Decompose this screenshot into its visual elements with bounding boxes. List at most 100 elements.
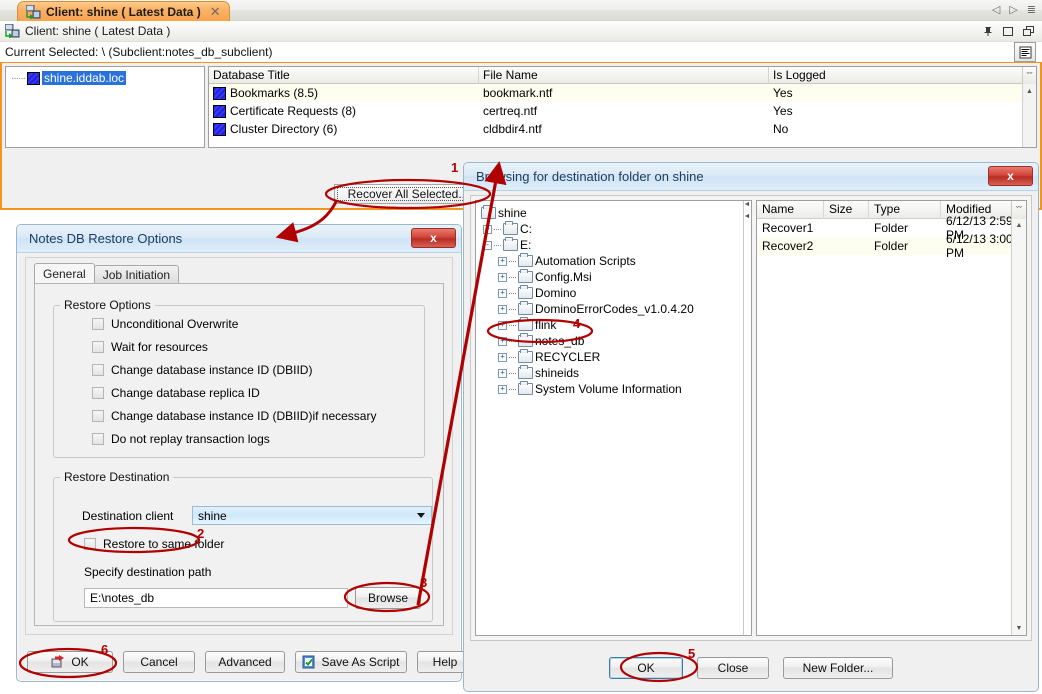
tree-node-domino-error-codes[interactable]: + DominoErrorCodes_v1.0.4.20 — [476, 301, 751, 317]
grid-cell-title: Cluster Directory (6) — [209, 120, 479, 138]
checkbox-change-replica-id[interactable]: Change database replica ID — [54, 381, 424, 404]
restore-cancel-label: Cancel — [140, 655, 177, 669]
tree-node-automation-scripts[interactable]: + Automation Scripts — [476, 253, 751, 269]
checkbox-label: Change database instance ID (DBIID) — [111, 363, 312, 377]
scroll-up-arrow[interactable]: ▲ — [1023, 85, 1036, 98]
restore-window-icon[interactable] — [1023, 26, 1035, 37]
tab-client-shine[interactable]: Client: shine ( Latest Data ) ✕ — [17, 1, 230, 21]
table-row[interactable]: Bookmarks (8.5) bookmark.ntf Yes — [209, 84, 1036, 102]
expand-plus-icon[interactable]: + — [498, 385, 507, 394]
nav-list-icon[interactable]: ≣ — [1027, 3, 1036, 16]
browse-ok-button[interactable]: OK — [609, 657, 683, 679]
restore-dialog-close-button[interactable]: x — [411, 228, 456, 248]
browse-close-button[interactable]: Close — [697, 657, 769, 679]
table-row[interactable]: Certificate Requests (8) certreq.ntf Yes — [209, 102, 1036, 120]
client-icon — [26, 5, 41, 19]
grid-col-file-name[interactable]: File Name — [479, 67, 769, 84]
expand-plus-icon[interactable]: + — [498, 273, 507, 282]
grid-col-database-title[interactable]: Database Title — [209, 67, 479, 84]
tree-vertical-scrollbar[interactable]: ◄ ◄ — [743, 201, 751, 635]
nav-next-icon[interactable]: ▷ — [1009, 3, 1017, 16]
expand-plus-icon[interactable]: + — [483, 225, 492, 234]
tree-node-config-msi[interactable]: + Config.Msi — [476, 269, 751, 285]
expand-plus-icon[interactable]: + — [498, 337, 507, 346]
restore-help-label: Help — [433, 655, 458, 669]
list-column-chooser-button[interactable]: ˇˇ — [1011, 201, 1026, 219]
tree-node-recycler[interactable]: + RECYCLER — [476, 349, 751, 365]
tree-node-client-root[interactable]: ······ shine.iddab.loc — [8, 70, 202, 86]
restore-ok-button[interactable]: OK — [27, 651, 113, 673]
checkbox-icon[interactable] — [84, 538, 96, 550]
browse-button[interactable]: Browse — [355, 587, 421, 609]
grid-cell-title-text: Certificate Requests (8) — [230, 104, 356, 118]
scroll-down-arrow[interactable]: ◄ — [743, 213, 751, 219]
tree-node-label: notes_db — [535, 334, 584, 348]
checkbox-icon[interactable] — [92, 387, 104, 399]
folder-icon — [503, 239, 518, 251]
folder-icon — [503, 223, 518, 235]
tab-general[interactable]: General — [34, 263, 95, 284]
restore-dialog-title: Notes DB Restore Options — [29, 231, 182, 246]
pin-icon[interactable] — [983, 26, 994, 37]
tab-job-initiation[interactable]: Job Initiation — [94, 265, 179, 284]
browse-dialog-close-button[interactable]: x — [988, 166, 1033, 186]
tree-node-shine[interactable]: shine — [476, 205, 751, 221]
checkbox-icon[interactable] — [92, 318, 104, 330]
checkbox-no-replay-transaction-logs[interactable]: Do not replay transaction logs — [54, 427, 424, 450]
expand-plus-icon[interactable]: + — [498, 305, 507, 314]
client-tree-pane[interactable]: ······ shine.iddab.loc — [5, 66, 205, 148]
tree-node-notes-db[interactable]: + notes_db — [476, 333, 751, 349]
checkbox-icon[interactable] — [92, 433, 104, 445]
list-item[interactable]: Recover2 Folder 6/12/13 3:00 PM — [757, 237, 1026, 255]
nav-prev-icon[interactable]: ◁ — [992, 3, 1000, 16]
restore-dialog-tabs: General Job Initiation — [34, 263, 178, 284]
scroll-down-arrow[interactable]: ▼ — [1013, 622, 1026, 635]
list-col-type[interactable]: Type — [869, 201, 941, 219]
restore-to-same-folder-checkbox[interactable]: Restore to same folder — [84, 537, 432, 551]
restore-advanced-button[interactable]: Advanced — [205, 651, 285, 673]
save-as-script-button[interactable]: Save As Script — [295, 651, 407, 673]
expand-plus-icon[interactable]: + — [498, 353, 507, 362]
expand-plus-icon[interactable]: + — [498, 321, 507, 330]
tree-connector — [509, 293, 516, 294]
grid-column-chooser-button[interactable]: ˇˇ — [1022, 67, 1036, 84]
tree-node-label: C: — [520, 222, 532, 236]
chevron-down-icon: ˇˇ — [1027, 71, 1033, 81]
expand-plus-icon[interactable]: + — [498, 369, 507, 378]
tree-node-domino[interactable]: + Domino — [476, 285, 751, 301]
folder-tree[interactable]: shine + C: - E: + Au — [475, 200, 752, 636]
tree-node-system-volume-information[interactable]: + System Volume Information — [476, 381, 751, 397]
tree-node-e-drive[interactable]: - E: — [476, 237, 751, 253]
list-col-size[interactable]: Size — [824, 201, 869, 219]
scroll-up-arrow[interactable]: ▲ — [1013, 219, 1026, 232]
tree-root-label: shine.iddab.loc — [42, 71, 126, 85]
recover-all-selected-button[interactable]: Recover All Selected... — [334, 184, 482, 204]
folder-icon — [518, 383, 533, 395]
checkbox-icon[interactable] — [92, 410, 104, 422]
checkbox-change-dbiid-if-necessary[interactable]: Change database instance ID (DBIID)if ne… — [54, 404, 424, 427]
tree-connector — [509, 277, 516, 278]
checkbox-unconditional-overwrite[interactable]: Unconditional Overwrite — [54, 312, 424, 335]
maximize-icon[interactable] — [1003, 26, 1014, 37]
destination-path-input[interactable]: E:\notes_db — [84, 588, 348, 608]
destination-client-select[interactable]: shine — [192, 506, 432, 525]
restore-cancel-button[interactable]: Cancel — [123, 651, 195, 673]
tree-node-c-drive[interactable]: + C: — [476, 221, 751, 237]
checkbox-icon[interactable] — [92, 364, 104, 376]
checkbox-wait-for-resources[interactable]: Wait for resources — [54, 335, 424, 358]
scroll-up-arrow[interactable]: ◄ — [743, 201, 751, 207]
expand-plus-icon[interactable]: + — [498, 257, 507, 266]
list-vertical-scrollbar[interactable]: ▲ ▼ — [1011, 219, 1026, 635]
checkbox-icon[interactable] — [92, 341, 104, 353]
collapse-minus-icon[interactable]: - — [483, 241, 492, 250]
list-col-name[interactable]: Name — [757, 201, 824, 219]
tree-node-flink[interactable]: + flink — [476, 317, 751, 333]
table-row[interactable]: Cluster Directory (6) cldbdir4.ntf No — [209, 120, 1036, 138]
view-menu-button[interactable] — [1014, 42, 1036, 62]
checkbox-change-dbiid[interactable]: Change database instance ID (DBIID) — [54, 358, 424, 381]
new-folder-button[interactable]: New Folder... — [783, 657, 893, 679]
grid-col-is-logged[interactable]: Is Logged — [769, 67, 1036, 84]
tab-close-icon[interactable]: ✕ — [210, 4, 221, 20]
tree-node-shineids[interactable]: + shineids — [476, 365, 751, 381]
expand-plus-icon[interactable]: + — [498, 289, 507, 298]
